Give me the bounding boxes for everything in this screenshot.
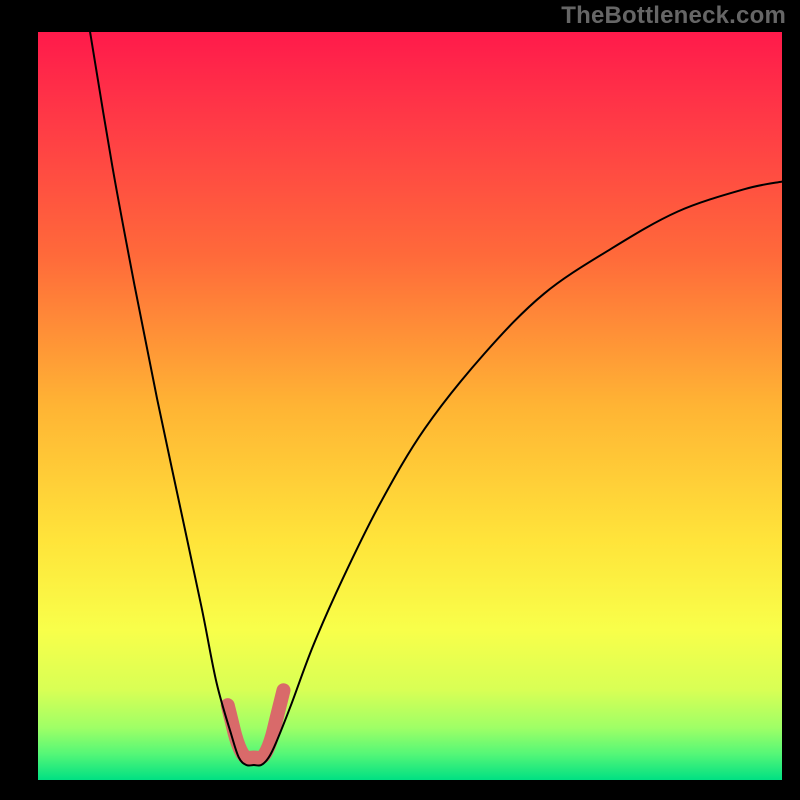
bottleneck-curve [90, 32, 782, 766]
attribution-text: TheBottleneck.com [561, 2, 786, 30]
chart-stage: TheBottleneck.com [0, 0, 800, 800]
plot-area [38, 32, 782, 780]
curve-layer [38, 32, 782, 780]
